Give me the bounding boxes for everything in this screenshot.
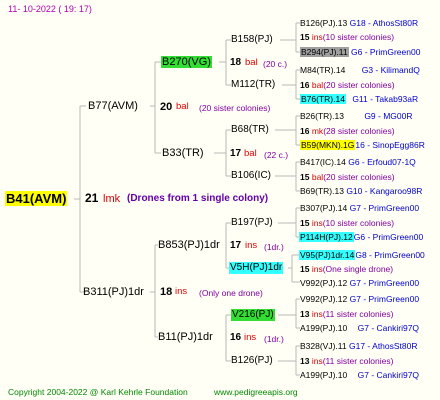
b33-mating-count: 17 xyxy=(230,148,242,159)
gen4-row: B417(IC).14 G6 - Erfoud07-1Q xyxy=(300,157,416,167)
pedigree-page: 11- 10-2022 ( 19: 17) B41(AVM) 21 lmk (D… xyxy=(0,0,440,400)
queen-b11-pj: B11(PJ)1dr xyxy=(158,331,213,343)
gen4-row: V992(PJ).12 G7 - PrimGreen00 xyxy=(300,278,420,288)
queen-b77-avm: B77(AVM) xyxy=(88,100,138,112)
queen-b270-vg: B270(VG) xyxy=(161,56,212,68)
b311-mating-count: 18 xyxy=(160,286,173,298)
queen-m112-tr: M112(TR) xyxy=(231,79,276,90)
gen4-row: B76(TR).14 G11 - Takab93aR xyxy=(300,94,419,104)
gen4-mating: 15 ins(10 sister colonies) xyxy=(300,218,395,228)
gen4-row: V95(PJ)1dr.14G8 - PrimGreen00 xyxy=(299,250,425,260)
queen-b311-pj: B311(PJ)1dr xyxy=(83,286,144,298)
queen-b68-tr: B68(TR) xyxy=(231,124,269,135)
queen-b853-pj: B853(PJ)1dr xyxy=(158,239,220,251)
queen-b158-pj: B158(PJ) xyxy=(231,34,273,45)
gen4-row: A199(PJ).10 G7 - Cankiri97Q xyxy=(300,323,420,333)
copyright-text: Copyright 2004-2022 @ Karl Kehrle Founda… xyxy=(8,387,188,397)
root-queen: B41(AVM) xyxy=(5,191,68,206)
site-link[interactable]: www.pedigreeapis.org xyxy=(214,386,298,398)
b11-mating-code: ins xyxy=(244,332,257,343)
gen4-row: B328(VJ).11 G17 - AthosSt80R xyxy=(300,341,418,351)
b853-mating-text: (1dr.) xyxy=(264,242,284,252)
b33-mating-code: bal xyxy=(244,148,257,159)
gen4-mating: 16 mk(28 sister colonies) xyxy=(300,126,395,136)
b270-mating-code: bal xyxy=(245,57,258,68)
b33-mating-text: (22 c.) xyxy=(264,150,289,160)
gen4-row: P114H(PJ).12G6 - PrimGreen00 xyxy=(299,232,424,242)
gen4-mating: 13 ins(11 sister colonies) xyxy=(300,309,394,319)
root-mating-text: (Drones from 1 single colony) xyxy=(127,193,269,204)
b270-mating-text: (20 c.) xyxy=(263,59,288,69)
root-mating-code: lmk xyxy=(103,193,121,205)
gen4-row: M84(TR).14 G3 - KilimandQ xyxy=(300,65,420,75)
gen4-mating: 13 ins(11 sister colonies) xyxy=(300,356,394,366)
gen4-mating: 15 bal(20 sister colonies) xyxy=(300,172,395,182)
gen4-row: B69(TR).13 G10 - Kangaroo98R xyxy=(300,186,423,196)
queen-v5h-pj: V5H(PJ)1dr xyxy=(229,262,284,274)
gen4-row: A199(PJ).10 G7 - Cankiri97Q xyxy=(300,370,420,380)
root-mating-count: 21 xyxy=(85,191,99,205)
gen4-row: B26(TR).13 G9 - MG00R xyxy=(300,111,413,121)
gen4-mating: 15 ins(10 sister colonies) xyxy=(300,32,395,42)
report-date: 11- 10-2022 ( 19: 17) xyxy=(8,4,92,14)
b77-mating-count: 20 xyxy=(160,101,173,113)
gen4-row: V992(PJ).12 G7 - PrimGreen00 xyxy=(300,294,420,304)
queen-b197-pj: B197(PJ) xyxy=(231,217,273,228)
b853-mating-count: 17 xyxy=(230,240,242,251)
b853-mating-code: ins xyxy=(245,240,258,251)
queen-v216-pj: V216(PJ) xyxy=(231,309,275,321)
queen-b33-tr: B33(TR) xyxy=(162,147,204,159)
gen4-row: B126(PJ).13 G18 - AthosSt80R xyxy=(300,18,419,28)
b311-mating-code: ins xyxy=(175,286,188,297)
gen4-mating: 16 bal(20 sister colonies) xyxy=(300,80,395,90)
gen4-row: B59(MKN).1G16 - SinopEgg86R xyxy=(300,140,425,150)
b311-mating-text: (Only one drone) xyxy=(199,288,263,298)
b77-mating-text: (20 sister colonies) xyxy=(199,103,271,113)
queen-b106-ic: B106(IC) xyxy=(231,170,272,181)
b11-mating-count: 16 xyxy=(230,332,242,343)
gen4-mating: 15 ins(One single drone) xyxy=(300,264,394,274)
gen4-row: B294(PJ).11 G6 - PrimGreen00 xyxy=(300,47,421,57)
b270-mating-count: 18 xyxy=(230,57,242,68)
b11-mating-text: (1dr.) xyxy=(264,334,284,344)
gen4-row: B307(PJ).14 G7 - PrimGreen00 xyxy=(300,203,420,213)
b77-mating-code: bal xyxy=(176,101,189,112)
queen-b126-pj: B126(PJ) xyxy=(231,355,273,366)
